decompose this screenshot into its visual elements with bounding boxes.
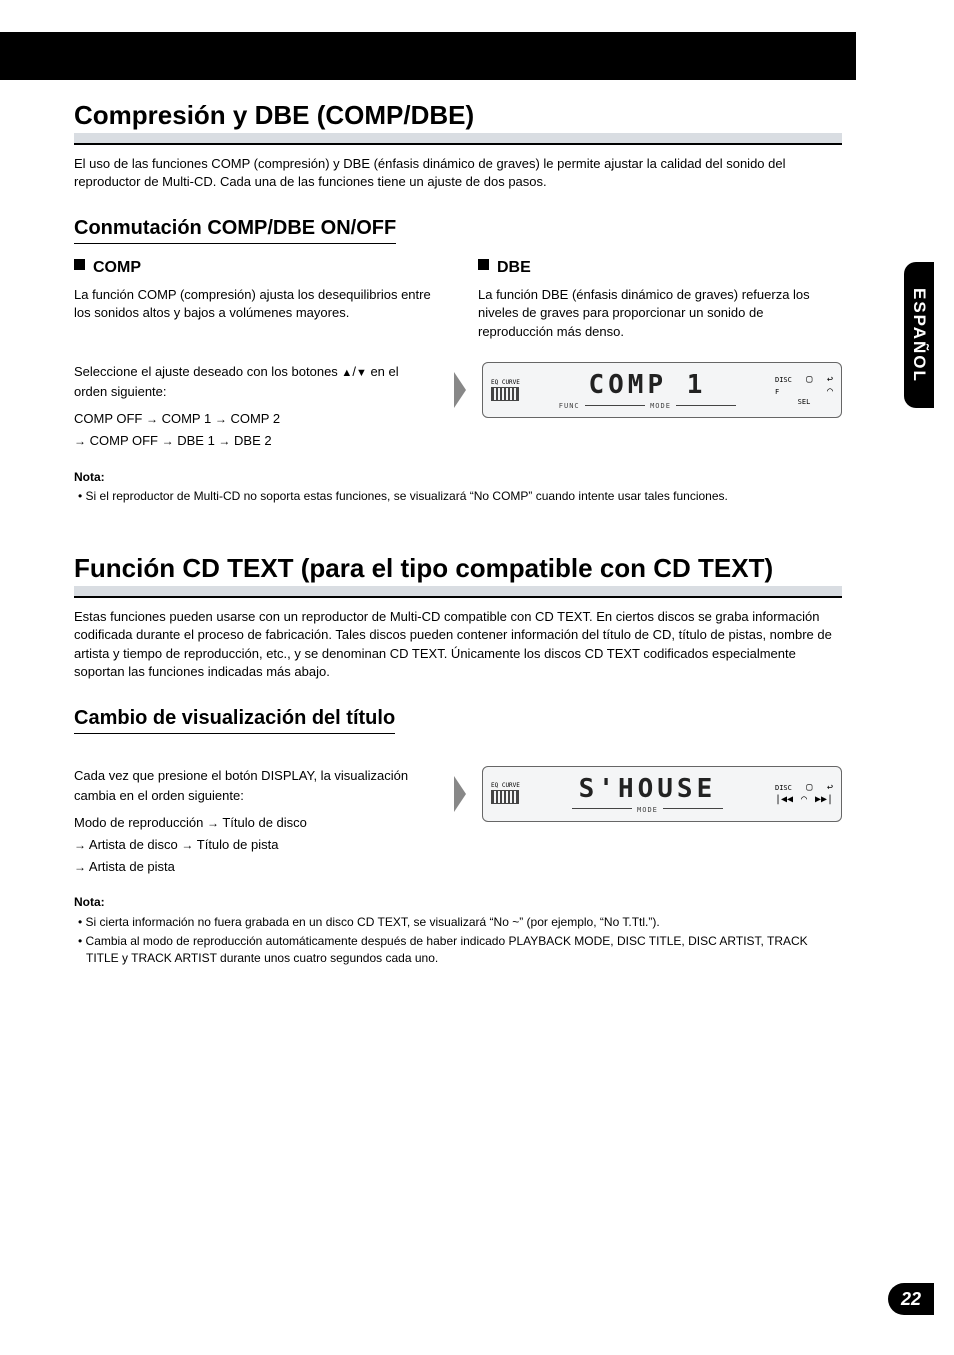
lcd-display-2: EQ CURVE S'HOUSE MODE DISC ▢ ↩ |◀◀ ◠ ▶▶| — [482, 766, 842, 822]
down-triangle-icon — [356, 364, 367, 379]
section1-heading: Compresión y DBE (COMP/DBE) — [74, 100, 842, 135]
lcd-disc-label: DISC — [775, 376, 792, 384]
note-item-2: Cambia al modo de reproducción automátic… — [78, 933, 842, 967]
lcd-disc-label-2: DISC — [775, 784, 792, 792]
lcd-mode-label-2: MODE — [637, 806, 658, 814]
section2-heading: Función CD TEXT (para el tipo compatible… — [74, 553, 842, 588]
section1-step: Seleccione el ajuste deseado con los bot… — [74, 362, 842, 452]
lcd-display-1: EQ CURVE COMP 1 FUNC MODE DISC ▢ ↩ F ◠ — [482, 362, 842, 418]
return-icon: ↩ — [827, 374, 833, 385]
lcd-mode-label: MODE — [650, 402, 671, 410]
note-title: Nota: — [74, 469, 842, 486]
lcd-eq-block: EQ CURVE — [491, 783, 520, 804]
section2-step-text: Cada vez que presione el botón DISPLAY, … — [74, 766, 434, 879]
language-tab: ESPAÑOL — [904, 262, 934, 408]
arc-icon: ◠ — [827, 386, 833, 397]
step-line1: Seleccione el ajuste deseado con los bot… — [74, 364, 341, 379]
square-icon: ▢ — [806, 782, 812, 793]
lcd-main-text-2: S'HOUSE — [528, 774, 767, 804]
lcd-eq-block: EQ CURVE — [491, 380, 520, 401]
section2-note: Nota: Si cierta información no fuera gra… — [74, 894, 842, 966]
comp-text: La función COMP (compresión) ajusta los … — [74, 286, 438, 324]
prev-icon: |◀◀ — [775, 794, 793, 805]
page-number-badge: 22 — [888, 1283, 934, 1315]
comp-column: COMP La función COMP (compresión) ajusta… — [74, 256, 438, 342]
section1-subheading: Conmutación COMP/DBE ON/OFF — [74, 217, 396, 244]
lcd-wrap-2: EQ CURVE S'HOUSE MODE DISC ▢ ↩ |◀◀ ◠ ▶▶| — [454, 766, 842, 822]
square-bullet-icon — [478, 259, 489, 270]
square-icon: ▢ — [806, 374, 812, 385]
arc-icon: ◠ — [801, 794, 807, 805]
section2-heading-wrap: Función CD TEXT (para el tipo compatible… — [74, 551, 842, 598]
section1-intro: El uso de las funciones COMP (compresión… — [74, 155, 842, 191]
section2-step: Cada vez que presione el botón DISPLAY, … — [74, 766, 842, 879]
dbe-text: La función DBE (énfasis dinámico de grav… — [478, 286, 842, 343]
lcd-right-block-2: DISC ▢ ↩ |◀◀ ◠ ▶▶| — [775, 781, 833, 806]
comp-dbe-columns: COMP La función COMP (compresión) ajusta… — [74, 256, 842, 342]
dbe-column: DBE La función DBE (énfasis dinámico de … — [478, 256, 842, 342]
lcd-sel-label: SEL — [798, 398, 811, 406]
section1-note: Nota: Si el reproductor de Multi-CD no s… — [74, 469, 842, 506]
lcd-wrap: EQ CURVE COMP 1 FUNC MODE DISC ▢ ↩ F ◠ — [454, 362, 842, 418]
next-icon: ▶▶| — [815, 794, 833, 805]
top-black-bar — [0, 32, 856, 80]
up-triangle-icon — [341, 364, 352, 379]
lcd-func-label: FUNC — [559, 402, 580, 410]
comp-label: COMP — [93, 256, 141, 279]
lcd-eq-label: EQ CURVE — [491, 783, 520, 789]
square-bullet-icon — [74, 259, 85, 270]
note-item: Si el reproductor de Multi-CD no soporta… — [78, 488, 842, 505]
pointer-icon — [454, 776, 466, 812]
lcd-eq-label: EQ CURVE — [491, 380, 520, 386]
section1-heading-wrap: Compresión y DBE (COMP/DBE) — [74, 98, 842, 145]
page-content: Compresión y DBE (COMP/DBE) El uso de la… — [74, 98, 842, 969]
return-icon: ↩ — [827, 782, 833, 793]
dbe-label: DBE — [497, 256, 531, 279]
eq-bars-icon — [491, 387, 519, 401]
section1-step-text: Seleccione el ajuste deseado con los bot… — [74, 362, 434, 452]
pointer-icon — [454, 372, 466, 408]
lcd-f-label: F — [775, 388, 779, 396]
note-item-1: Si cierta información no fuera grabada e… — [78, 914, 842, 931]
note-title-2: Nota: — [74, 894, 842, 911]
section2-intro: Estas funciones pueden usarse con un rep… — [74, 608, 842, 681]
lcd-main-text: COMP 1 — [528, 370, 767, 400]
lcd-right-block: DISC ▢ ↩ F ◠ SEL — [775, 373, 833, 407]
step-desc: Cada vez que presione el botón DISPLAY, … — [74, 766, 434, 806]
eq-bars-icon — [491, 790, 519, 804]
section2-subheading: Cambio de visualización del título — [74, 707, 395, 734]
